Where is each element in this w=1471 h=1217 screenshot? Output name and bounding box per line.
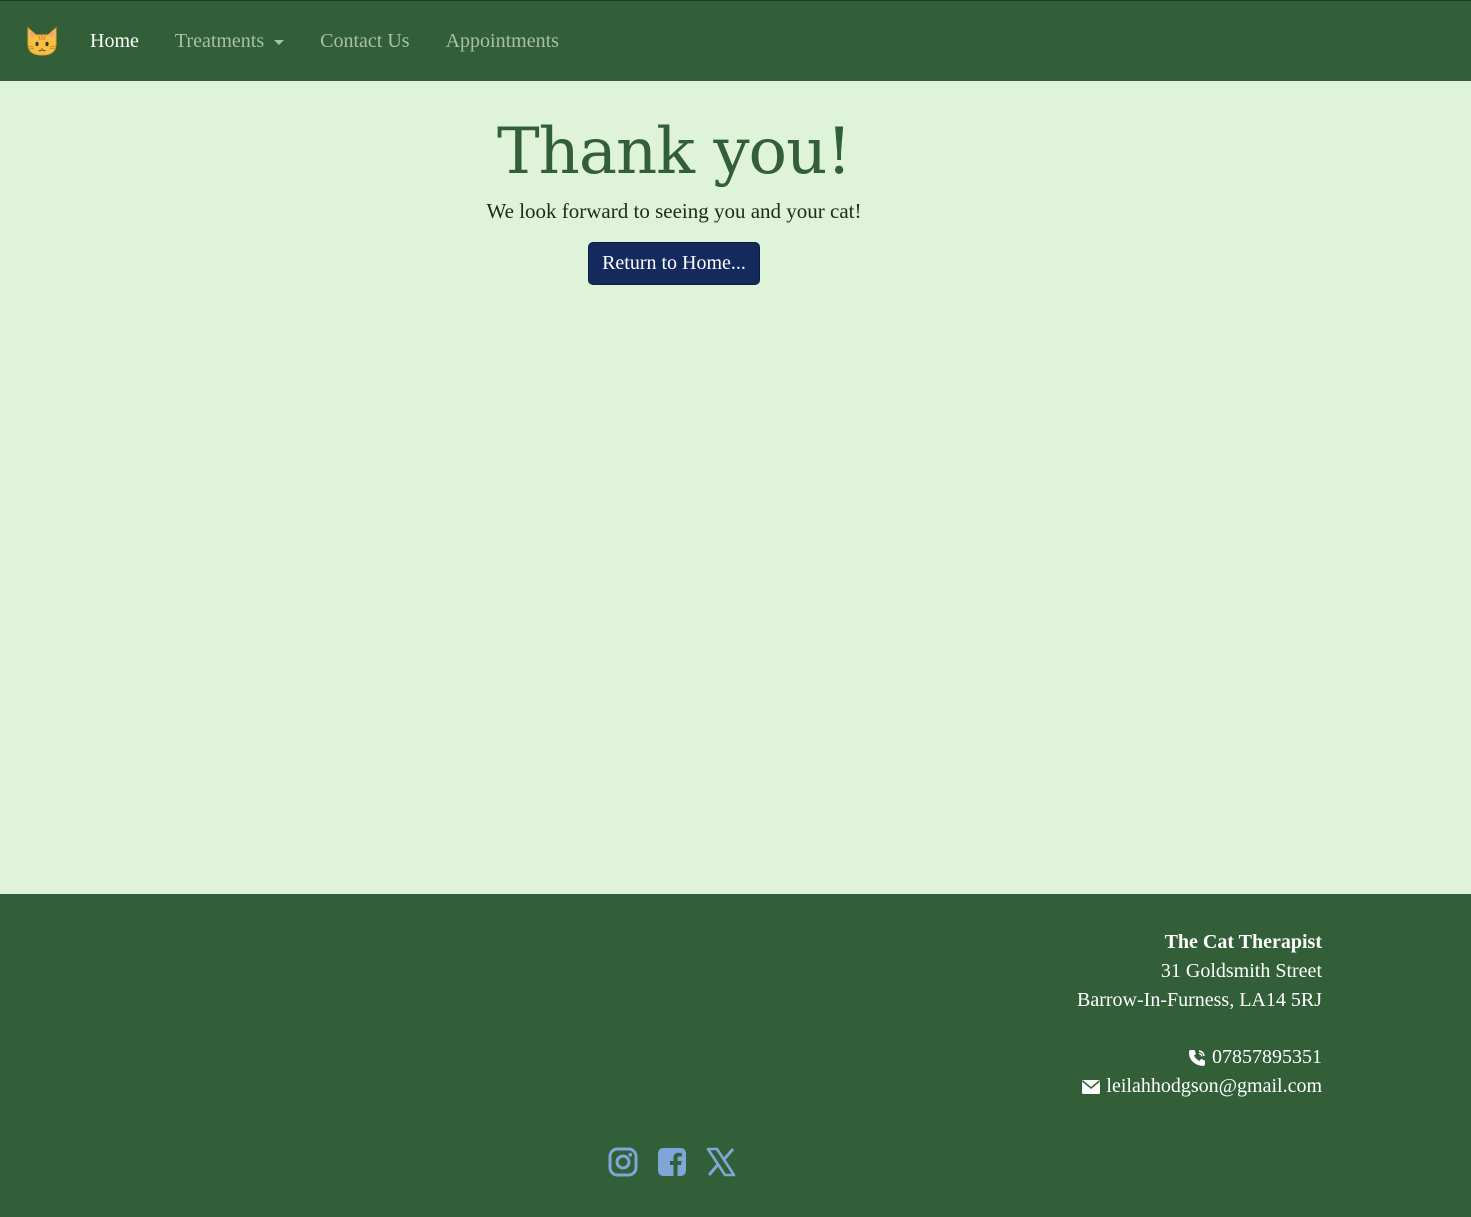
nav-appointments-label: Appointments <box>445 29 559 52</box>
phone-icon <box>1188 1049 1205 1066</box>
address-line-1: 31 Goldsmith Street <box>1160 960 1322 982</box>
email-line: leilahhodgson@gmail.com <box>1077 1072 1322 1101</box>
return-home-button[interactable]: Return to Home... <box>588 242 760 286</box>
instagram-icon[interactable] <box>607 1146 639 1178</box>
address-line-2: Barrow-In-Furness, LA14 5RJ <box>1077 989 1322 1011</box>
social-links <box>607 1146 754 1178</box>
page-title: Thank you! <box>496 115 852 189</box>
thank-you-section: Thank you! We look forward to seeing you… <box>0 81 1348 286</box>
phone-number[interactable]: 07857895351 <box>1212 1043 1322 1072</box>
navbar: Home Treatments Contact Us Appointments <box>0 0 1471 81</box>
email-address[interactable]: leilahhodgson@gmail.com <box>1106 1072 1322 1101</box>
main-content: Thank you! We look forward to seeing you… <box>0 81 1471 894</box>
cat-face-icon[interactable] <box>24 23 60 59</box>
thank-you-message: We look forward to seeing you and your c… <box>486 199 862 224</box>
caret-down-icon <box>274 39 285 45</box>
org-name: The Cat Therapist <box>1164 931 1322 953</box>
nav-contact-us[interactable]: Contact Us <box>320 30 409 53</box>
envelope-icon <box>1082 1079 1101 1094</box>
footer: The Cat Therapist 31 Goldsmith Street Ba… <box>0 894 1471 1217</box>
facebook-icon[interactable] <box>656 1146 688 1178</box>
x-icon[interactable] <box>705 1146 737 1178</box>
nav-contact-us-label: Contact Us <box>320 29 410 52</box>
nav-home[interactable]: Home <box>90 30 139 53</box>
phone-line: 07857895351 <box>1077 1043 1322 1072</box>
nav-treatments-dropdown[interactable]: Treatments <box>174 29 285 53</box>
contact-address: The Cat Therapist 31 Goldsmith Street Ba… <box>1077 928 1322 1101</box>
nav-home-label: Home <box>90 29 139 52</box>
nav-appointments[interactable]: Appointments <box>446 30 559 53</box>
nav-treatments-label: Treatments <box>174 29 265 52</box>
